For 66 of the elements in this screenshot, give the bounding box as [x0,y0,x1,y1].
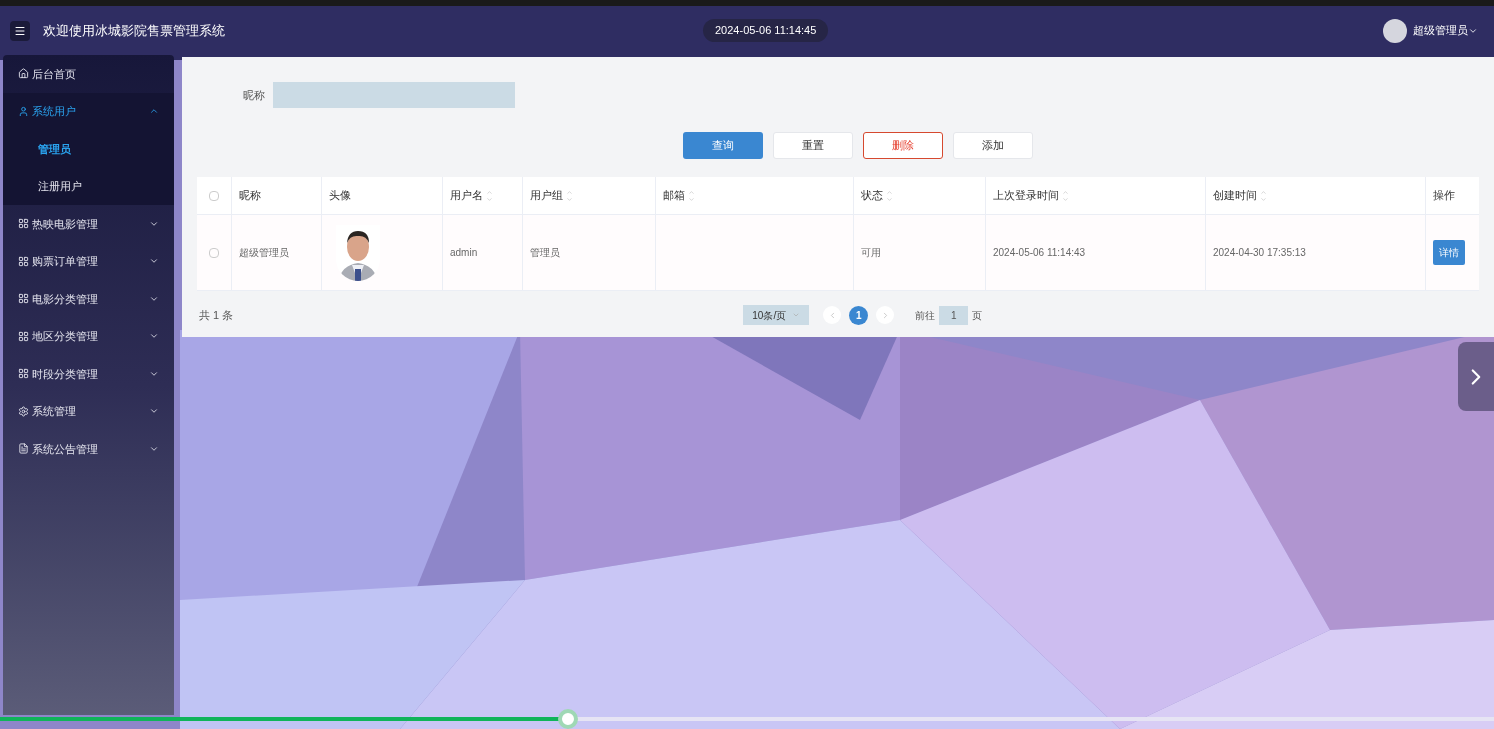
user-menu[interactable]: 超级管理员 [1413,22,1478,39]
sidebar-item[interactable]: 系统公告管理 [3,430,174,468]
column-header: 操作 [1432,188,1456,204]
column-header: 昵称 [232,177,322,214]
sidebar-item[interactable]: 购票订单管理 [3,242,174,280]
gear-icon [18,405,29,417]
sidebar-subitem[interactable]: 注册用户 [3,167,174,205]
grid-icon [18,330,29,342]
next-arrow-button[interactable] [1458,342,1494,411]
total-count: 共 1 条 [199,307,234,323]
field-label: 昵称 [243,87,265,103]
action-button[interactable]: 查询 [683,132,763,159]
user-icon [18,105,29,117]
action-button[interactable]: 重置 [773,132,853,159]
app-title: 欢迎使用冰城影院售票管理系统 [43,21,225,40]
table-cell-text: 管理员 [530,246,560,260]
sort-icon [688,188,695,203]
sort-icon [886,188,893,203]
column-header[interactable]: 状态 [854,177,986,214]
progress-track[interactable] [0,709,1494,729]
sort-icon [1062,188,1069,203]
column-header[interactable]: 用户名 [443,177,523,214]
sidebar-item[interactable]: 时段分类管理 [3,355,174,393]
prev-page-button[interactable] [823,306,842,324]
table-cell-text: 可用 [861,246,881,260]
datetime-badge: 2024-05-06 11:14:45 [703,19,829,42]
grid-icon [18,218,29,230]
sort-icon [1260,188,1267,203]
goto-page-field[interactable]: 1 [939,305,969,325]
checkbox[interactable] [209,190,219,201]
action-button[interactable]: 删除 [863,132,943,159]
column-header[interactable]: 邮箱 [656,177,854,214]
next-page-button[interactable] [876,306,895,324]
column-header[interactable]: 用户组 [523,177,656,214]
grid-icon [18,368,29,380]
table-cell-text: admin [450,246,478,260]
goto-suffix: 页 [972,308,983,323]
table-cell-text: 2024-05-06 11:14:43 [993,246,1086,260]
column-header[interactable]: 创建时间 [1206,177,1426,214]
column-header[interactable]: 上次登录时间 [986,177,1206,214]
sidebar-item[interactable]: 热映电影管理 [3,205,174,243]
grid-icon [18,255,29,267]
column-header: 头像 [322,177,443,214]
checkbox[interactable] [209,247,219,258]
page-size-select[interactable]: 10条/页 [743,305,810,325]
nickname-field[interactable] [273,82,515,108]
details-button[interactable]: 详情 [1433,240,1465,265]
table-cell-text: 超级管理员 [239,246,289,260]
action-button[interactable]: 添加 [953,132,1033,159]
menu-button[interactable] [10,20,30,41]
sidebar-subitem[interactable]: 管理员 [3,130,174,168]
home-icon [18,68,29,80]
sidebar-item[interactable]: 地区分类管理 [3,317,174,355]
sidebar-item[interactable]: 系统用户 [3,92,174,130]
page-button[interactable]: 1 [849,305,869,325]
sidebar-item[interactable]: 后台首页 [3,55,174,93]
sort-icon [486,188,493,203]
sidebar-item[interactable]: 系统管理 [3,392,174,430]
sort-icon [566,188,573,203]
document-icon [18,443,29,455]
menu-icon [14,24,26,37]
grid-icon [18,293,29,305]
table-cell-text: 2024-04-30 17:35:13 [1213,246,1306,260]
caret-icon [792,311,801,319]
goto-label: 前往 [915,308,936,323]
sidebar-item[interactable]: 电影分类管理 [3,280,174,318]
